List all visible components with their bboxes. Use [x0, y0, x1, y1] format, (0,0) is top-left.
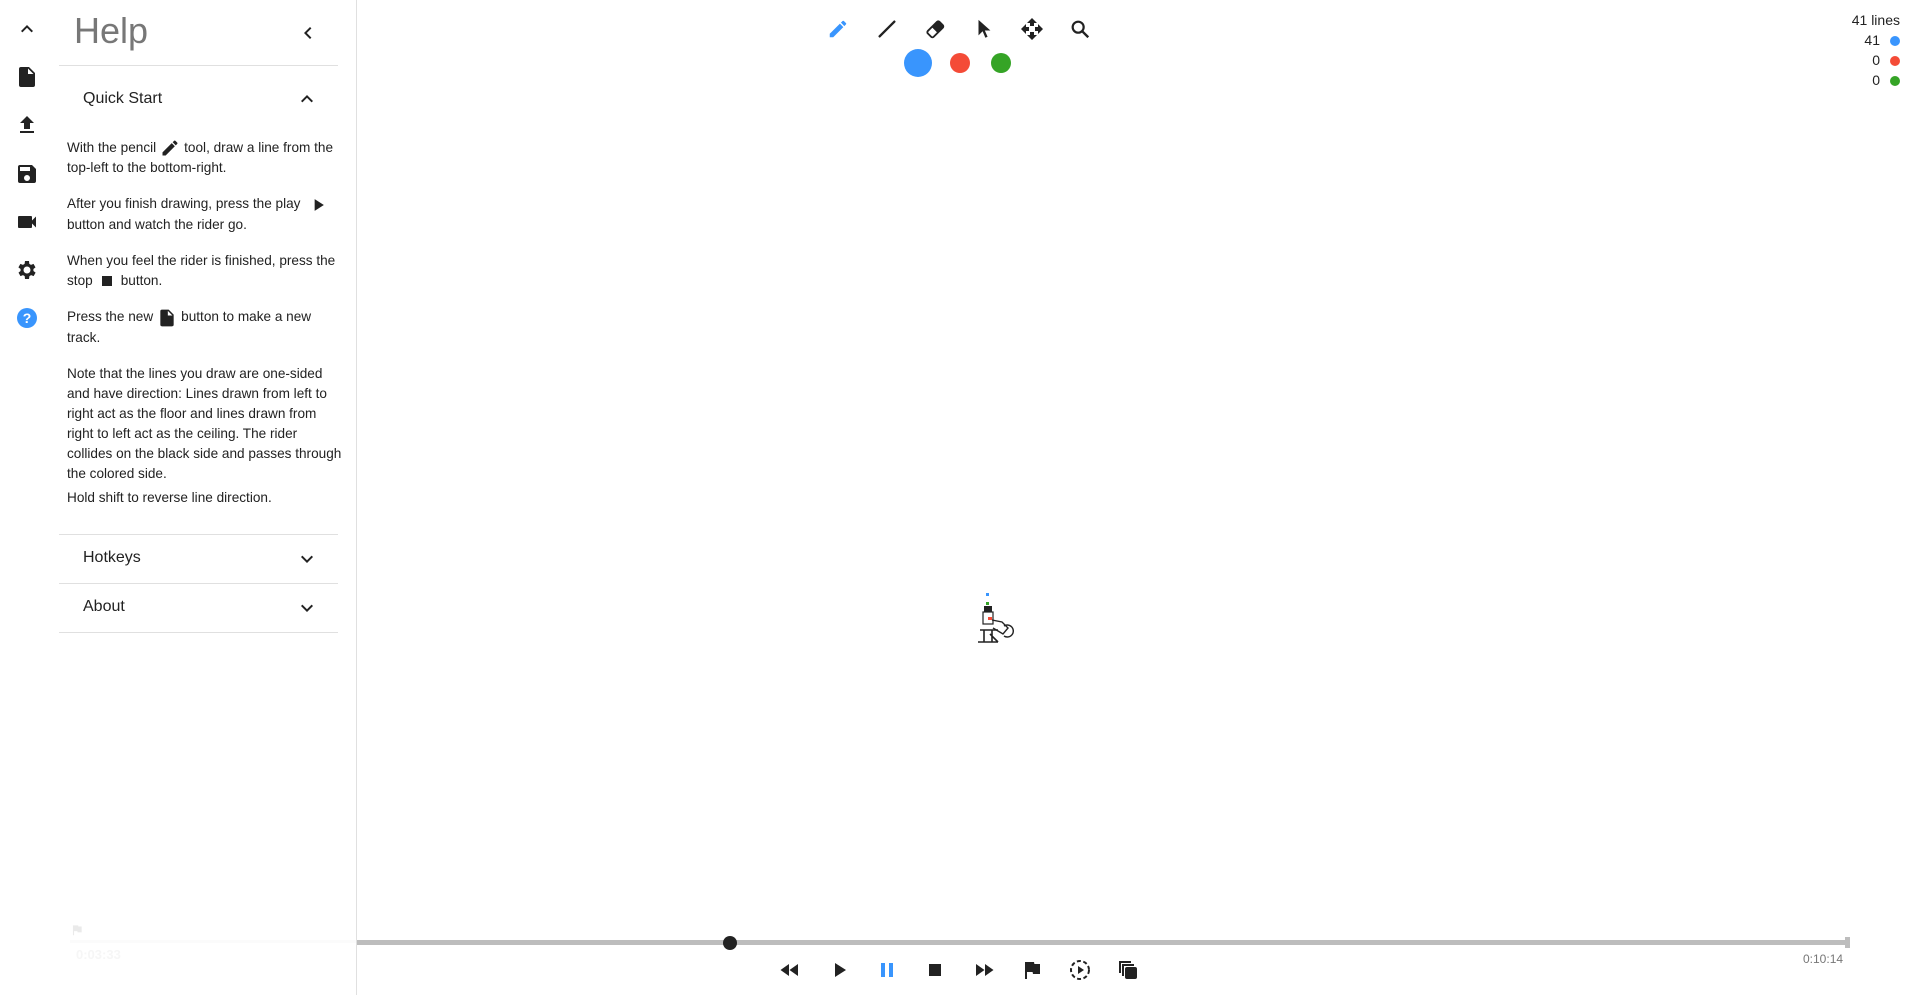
flag-icon	[1025, 962, 1040, 979]
text: button and watch the rider go.	[67, 216, 247, 232]
play-button[interactable]	[826, 957, 852, 983]
upload-icon[interactable]	[12, 110, 42, 140]
fast-forward-button[interactable]	[971, 957, 997, 983]
help-panel: Help Quick Start With the pencil tool, dr…	[59, 0, 357, 995]
video-camera-icon[interactable]	[12, 207, 42, 237]
pause-icon	[881, 963, 893, 977]
text: With the pencil	[67, 140, 157, 155]
fast-forward-icon	[976, 964, 994, 976]
new-file-icon[interactable]	[12, 62, 42, 92]
timeline-end-marker	[1845, 937, 1850, 948]
color-blue-swatch[interactable]	[904, 49, 932, 77]
faint-track	[70, 940, 356, 943]
panel-title: Help	[74, 10, 149, 51]
line-icon	[878, 20, 896, 38]
magnifier-icon	[1071, 20, 1090, 39]
blue-line-count: 41	[1864, 32, 1880, 48]
play-icon	[835, 963, 846, 977]
divider	[59, 65, 338, 66]
text: After you finish drawing, press the play	[67, 196, 301, 212]
timeline-track[interactable]	[357, 940, 1850, 945]
new-file-icon	[160, 309, 174, 326]
save-icon[interactable]	[12, 159, 42, 189]
text: Press the new	[67, 309, 154, 325]
about-label: About	[83, 598, 125, 615]
pencil-tool[interactable]	[823, 14, 853, 44]
text: button.	[120, 272, 163, 288]
dashed-circle-play-icon	[1070, 960, 1090, 980]
stop-button[interactable]	[922, 957, 948, 983]
chevron-down-icon	[301, 604, 313, 612]
settings-gear-icon[interactable]	[12, 255, 42, 285]
eraser-icon	[926, 20, 945, 39]
text: Hold shift to reverse line direction.	[67, 489, 272, 505]
about-header[interactable]: About	[59, 584, 338, 632]
rewind-button[interactable]	[777, 957, 803, 983]
help-icon[interactable]: ?	[12, 303, 42, 333]
layers-icon	[1119, 961, 1137, 979]
timeline-thumb[interactable]	[723, 936, 738, 950]
flag-time: 0:03:33	[76, 947, 121, 962]
text: Note that the lines you draw are one-sid…	[67, 365, 342, 481]
collapse-panel-chevron-left-icon[interactable]	[293, 18, 323, 48]
pan-tool[interactable]	[1017, 14, 1047, 44]
chevron-up-icon[interactable]	[12, 14, 42, 44]
line-stats: 41 lines 41 0 0	[1852, 10, 1900, 90]
red-line-count: 0	[1872, 52, 1880, 68]
quick-start-label: Quick Start	[83, 90, 163, 107]
cursor-arrow-icon	[978, 19, 991, 38]
sidebar: ?	[0, 0, 59, 995]
stop-icon	[101, 276, 112, 287]
line-tool[interactable]	[872, 14, 902, 44]
pencil-icon	[829, 20, 847, 38]
rewind-icon	[780, 964, 798, 976]
hotkeys-label: Hotkeys	[83, 549, 141, 566]
chevron-down-icon	[301, 555, 313, 563]
red-dot	[1890, 56, 1900, 67]
color-green-swatch[interactable]	[991, 53, 1011, 73]
end-time: 0:10:14	[1803, 952, 1844, 966]
move-arrows-icon	[1021, 18, 1043, 40]
divider	[59, 632, 338, 633]
select-tool[interactable]	[969, 14, 999, 44]
pause-button[interactable]	[874, 957, 900, 983]
total-lines: 41 lines	[1851, 12, 1900, 28]
green-line-count: 0	[1872, 72, 1880, 88]
play-icon	[314, 198, 325, 211]
flag-icon	[72, 925, 82, 936]
pencil-icon	[162, 140, 178, 156]
quick-start-header[interactable]: Quick Start	[59, 78, 338, 118]
flag-button[interactable]	[1019, 957, 1045, 983]
eraser-tool[interactable]	[920, 14, 950, 44]
zoom-tool[interactable]	[1065, 14, 1095, 44]
hotkeys-header[interactable]: Hotkeys	[59, 535, 338, 583]
play-from-flag-button[interactable]	[1067, 957, 1093, 983]
color-red-swatch[interactable]	[950, 53, 970, 73]
svg-text:?: ?	[23, 310, 32, 326]
onion-skin-button[interactable]	[1115, 957, 1141, 983]
chevron-up-icon	[301, 95, 313, 103]
rider-sled	[978, 593, 1014, 643]
stop-icon	[929, 964, 941, 976]
green-dot	[1890, 76, 1900, 87]
quick-start-content: With the pencil tool, draw a line from th…	[67, 138, 342, 524]
blue-dot	[1890, 36, 1900, 47]
